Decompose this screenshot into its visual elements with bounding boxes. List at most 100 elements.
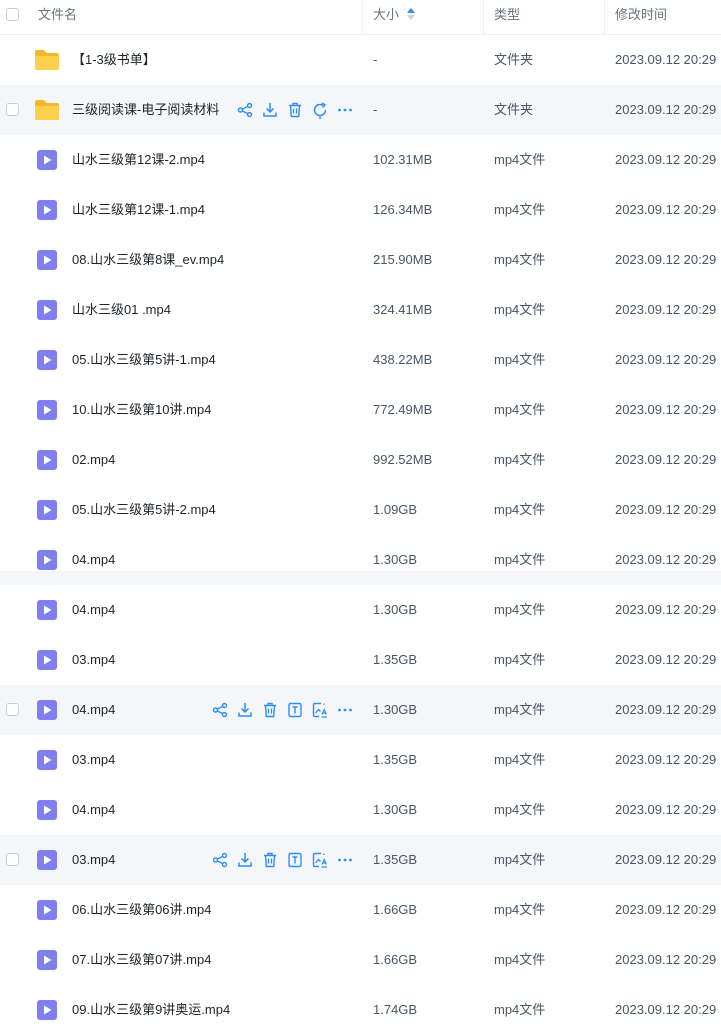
file-name[interactable]: 山水三级第12课-2.mp4	[72, 135, 205, 185]
file-name[interactable]: 06.山水三级第06讲.mp4	[72, 885, 211, 935]
file-name[interactable]: 05.山水三级第5讲-1.mp4	[72, 335, 216, 385]
share-icon[interactable]	[236, 101, 254, 119]
modified-time: 2023.09.12 20:29	[615, 602, 717, 617]
file-size: 1.30GB	[373, 552, 418, 567]
file-row[interactable]: 04.mp4 1.30GB mp4文件 2023.09.12 20:29	[0, 535, 721, 585]
refresh-sync-icon[interactable]	[311, 101, 329, 119]
file-name[interactable]: 04.mp4	[72, 535, 115, 585]
text-extract-icon[interactable]	[286, 851, 304, 869]
file-name[interactable]: 山水三级第12课-1.mp4	[72, 185, 205, 235]
file-name[interactable]: 04.mp4	[72, 785, 115, 835]
file-row[interactable]: 05.山水三级第5讲-2.mp4 1.09GB mp4文件 2023.09.12 20…	[0, 485, 721, 535]
modified-time: 2023.09.12 20:29	[615, 152, 717, 167]
file-name[interactable]: 05.山水三级第5讲-2.mp4	[72, 485, 216, 535]
file-size: -	[373, 102, 378, 117]
file-list: 【1-3级书单】 - 文件夹 2023.09.12 20:29 三级阅读课-电子阅读材…	[0, 35, 721, 1035]
video-file-icon	[37, 850, 57, 873]
file-name[interactable]: 03.mp4	[72, 735, 115, 785]
file-row[interactable]: 08.山水三级第8课_ev.mp4 215.90MB mp4文件 2023.09.12…	[0, 235, 721, 285]
file-row[interactable]: 04.mp4 1.30GB mp4文件 2023.09.12 20:29	[0, 585, 721, 635]
file-row[interactable]: 三级阅读课-电子阅读材料 - 文件夹 2023.09.12 20:29	[0, 85, 721, 135]
file-size: 1.35GB	[373, 652, 418, 667]
more-options-icon[interactable]	[336, 101, 354, 119]
file-row[interactable]: 山水三级01 .mp4 324.41MB mp4文件 2023.09.12 20:29	[0, 285, 721, 335]
file-row[interactable]: 04.mp4 1.30GB mp4文件 2023.09.12 20:29	[0, 785, 721, 835]
video-file-icon	[37, 150, 57, 173]
file-size: 1.30GB	[373, 602, 418, 617]
file-row[interactable]: 03.mp4 1.35GB mp4文件 2023.09.12 20:29	[0, 835, 721, 885]
file-row[interactable]: 【1-3级书单】 - 文件夹 2023.09.12 20:29	[0, 35, 721, 85]
row-checkbox[interactable]	[6, 703, 19, 716]
share-icon[interactable]	[211, 851, 229, 869]
file-name[interactable]: 07.山水三级第07讲.mp4	[72, 935, 211, 985]
file-row[interactable]: 07.山水三级第07讲.mp4 1.66GB mp4文件 2023.09.12 20:…	[0, 935, 721, 985]
file-type: mp4文件	[494, 652, 546, 667]
video-file-icon	[37, 250, 57, 273]
file-row[interactable]: 山水三级第12课-1.mp4 126.34MB mp4文件 2023.09.12 20…	[0, 185, 721, 235]
file-name[interactable]: 03.mp4	[72, 635, 115, 685]
column-header-modified-time[interactable]: 修改时间	[615, 0, 667, 34]
file-size: 215.90MB	[373, 252, 433, 267]
text-extract-icon[interactable]	[286, 701, 304, 719]
file-type: mp4文件	[494, 552, 546, 567]
column-header-type[interactable]: 类型	[494, 0, 520, 34]
file-size: 1.66GB	[373, 952, 418, 967]
file-name[interactable]: 10.山水三级第10讲.mp4	[72, 385, 211, 435]
more-options-icon[interactable]	[336, 701, 354, 719]
row-checkbox[interactable]	[6, 103, 19, 116]
file-name[interactable]: 03.mp4	[72, 835, 115, 885]
video-file-icon	[37, 800, 57, 823]
file-size: 324.41MB	[373, 302, 433, 317]
more-options-icon[interactable]	[336, 851, 354, 869]
column-header-name[interactable]: 文件名	[38, 0, 77, 34]
modified-time: 2023.09.12 20:29	[615, 202, 717, 217]
file-name[interactable]: 09.山水三级第9讲奥运.mp4	[72, 985, 230, 1035]
modified-time: 2023.09.12 20:29	[615, 502, 717, 517]
file-row[interactable]: 02.mp4 992.52MB mp4文件 2023.09.12 20:29	[0, 435, 721, 485]
file-name[interactable]: 04.mp4	[72, 685, 115, 735]
file-size: 1.66GB	[373, 902, 418, 917]
file-size: 992.52MB	[373, 452, 433, 467]
file-type: 文件夹	[494, 52, 534, 67]
video-file-icon	[37, 550, 57, 573]
file-size: 1.74GB	[373, 1002, 418, 1017]
file-row[interactable]: 10.山水三级第10讲.mp4 772.49MB mp4文件 2023.09.12 2…	[0, 385, 721, 435]
file-name[interactable]: 02.mp4	[72, 435, 115, 485]
file-name[interactable]: 04.mp4	[72, 585, 115, 635]
file-type: mp4文件	[494, 402, 546, 417]
file-row[interactable]: 05.山水三级第5讲-1.mp4 438.22MB mp4文件 2023.09.12 …	[0, 335, 721, 385]
file-row[interactable]: 山水三级第12课-2.mp4 102.31MB mp4文件 2023.09.12 20…	[0, 135, 721, 185]
share-icon[interactable]	[211, 701, 229, 719]
column-header-size[interactable]: 大小	[373, 0, 399, 34]
file-row[interactable]: 04.mp4 1.30GB mp4文件 2023.09.12 20:29	[0, 685, 721, 735]
image-scan-icon[interactable]	[311, 701, 329, 719]
delete-icon[interactable]	[286, 101, 304, 119]
file-type: mp4文件	[494, 802, 546, 817]
modified-time: 2023.09.12 20:29	[615, 52, 717, 67]
file-name[interactable]: 【1-3级书单】	[72, 35, 156, 85]
file-row[interactable]: 09.山水三级第9讲奥运.mp4 1.74GB mp4文件 2023.09.12 20…	[0, 985, 721, 1035]
file-type: mp4文件	[494, 602, 546, 617]
file-type: mp4文件	[494, 352, 546, 367]
file-type: mp4文件	[494, 852, 546, 867]
file-type: mp4文件	[494, 302, 546, 317]
download-icon[interactable]	[261, 101, 279, 119]
file-size: 1.35GB	[373, 752, 418, 767]
file-name[interactable]: 三级阅读课-电子阅读材料	[72, 85, 219, 135]
delete-icon[interactable]	[261, 701, 279, 719]
file-type: mp4文件	[494, 502, 546, 517]
file-name[interactable]: 山水三级01 .mp4	[72, 285, 171, 335]
file-row[interactable]: 06.山水三级第06讲.mp4 1.66GB mp4文件 2023.09.12 20:…	[0, 885, 721, 935]
select-all-checkbox[interactable]	[6, 8, 19, 21]
video-file-icon	[37, 650, 57, 673]
modified-time: 2023.09.12 20:29	[615, 902, 717, 917]
image-scan-icon[interactable]	[311, 851, 329, 869]
file-row[interactable]: 03.mp4 1.35GB mp4文件 2023.09.12 20:29	[0, 635, 721, 685]
download-icon[interactable]	[236, 701, 254, 719]
sort-ascending-icon[interactable]	[406, 7, 416, 21]
row-checkbox[interactable]	[6, 853, 19, 866]
file-row[interactable]: 03.mp4 1.35GB mp4文件 2023.09.12 20:29	[0, 735, 721, 785]
file-name[interactable]: 08.山水三级第8课_ev.mp4	[72, 235, 224, 285]
delete-icon[interactable]	[261, 851, 279, 869]
download-icon[interactable]	[236, 851, 254, 869]
